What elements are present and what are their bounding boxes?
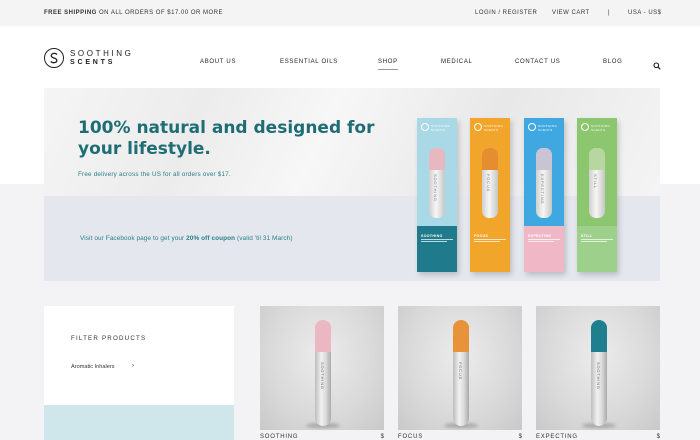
hero-subtitle: Free delivery across the US for all orde… [78, 171, 231, 178]
site-header: SOOTHING SCENTS ABOUT US ESSENTIAL OILS … [0, 26, 700, 88]
box-brand: SOOTHING SCENTS [484, 124, 504, 132]
inhaler-tube: FOCUS [453, 320, 469, 426]
product-box-soothing: SOOTHING SCENTS SOOTHING SOOTHING [417, 118, 457, 272]
shipping-promo: FREE SHIPPING ON ALL ORDERS OF $17.00 OR… [44, 10, 223, 16]
box-description [528, 239, 560, 244]
inhaler-tube: EXPECTING [536, 148, 552, 218]
box-bottom [524, 226, 564, 272]
box-bottom [577, 226, 617, 272]
box-description [474, 239, 506, 244]
nav-shop[interactable]: SHOP [378, 59, 398, 70]
locale-selector[interactable]: USA - US$ [628, 10, 662, 16]
box-brand: SOOTHING SCENTS [591, 124, 611, 132]
nav-blog[interactable]: BLOG [603, 59, 622, 65]
product-price: $ [656, 434, 660, 440]
inhaler-cap [453, 320, 469, 352]
inhaler-tube: FOCUS [482, 148, 498, 218]
inhaler-cap [315, 320, 331, 352]
inhaler-cap [589, 148, 605, 170]
tube-label: SOOTHING [433, 174, 438, 202]
product-title[interactable]: FOCUS [398, 434, 423, 440]
inhaler-cap [429, 148, 445, 170]
brand-logo-icon [474, 123, 482, 131]
box-brand: SOOTHING SCENTS [538, 124, 558, 132]
inhaler-tube: SOOTHING [591, 320, 607, 426]
brand-logo-icon [581, 123, 589, 131]
inhaler-tube: SOOTHING [315, 320, 331, 426]
filter-title: FILTER PRODUCTS [71, 335, 147, 342]
hero-headline: 100% natural and designed for your lifes… [78, 118, 375, 159]
tube-label: FOCUS [458, 362, 463, 380]
nav-medical[interactable]: MEDICAL [441, 59, 473, 65]
brand-wordmark: SOOTHING SCENTS [70, 49, 134, 66]
tube-label: EXPECTING [540, 174, 545, 205]
inhaler-cap [591, 320, 607, 352]
filter-panel-accent-block [44, 405, 234, 440]
product-box-focus: SOOTHING SCENTS FOCUS FOCUS [470, 118, 510, 272]
hero-banner: 100% natural and designed for your lifes… [44, 88, 660, 281]
inhaler-cap [482, 148, 498, 170]
tube-label: SOOTHING [596, 362, 601, 390]
box-name: STILL [581, 234, 593, 238]
top-announcement-bar: FREE SHIPPING ON ALL ORDERS OF $17.00 OR… [0, 0, 700, 26]
tube-label: FOCUS [486, 174, 491, 192]
box-bottom [470, 226, 510, 272]
box-bottom [417, 226, 457, 272]
search-icon[interactable] [653, 57, 661, 75]
product-title[interactable]: EXPECTING [536, 434, 578, 440]
login-register-link[interactable]: LOGIN / REGISTER [475, 10, 537, 16]
inhaler-tube: SOOTHING [429, 148, 445, 218]
brand-logo-icon [44, 48, 64, 68]
tube-label: STILL [593, 174, 598, 189]
box-description [581, 239, 613, 244]
brand-logo-icon [528, 123, 536, 131]
inhaler-tube: STILL [589, 148, 605, 218]
inhaler-cap [536, 148, 552, 170]
view-cart-link[interactable]: VIEW CART [552, 10, 590, 16]
topbar-divider: | [608, 10, 611, 16]
product-box-expecting: SOOTHING SCENTS EXPECTING EXPECTING [524, 118, 564, 272]
product-card-expecting[interactable]: SOOTHING EXPECTING $ [536, 306, 660, 440]
brand-logo-icon [421, 123, 429, 131]
product-price: $ [380, 434, 384, 440]
filter-option-aromatic-inhalers[interactable]: Aromatic Inhalers [71, 364, 115, 370]
box-brand: SOOTHING SCENTS [431, 124, 451, 132]
product-title[interactable]: SOOTHING [260, 434, 298, 440]
box-name: EXPECTING [528, 234, 552, 238]
brand-logo[interactable]: SOOTHING SCENTS [44, 48, 133, 68]
product-card-soothing[interactable]: SOOTHING SOOTHING $ [260, 306, 384, 440]
nav-contact-us[interactable]: CONTACT US [515, 59, 560, 65]
nav-essential-oils[interactable]: ESSENTIAL OILS [280, 59, 338, 65]
nav-about-us[interactable]: ABOUT US [200, 59, 236, 65]
facebook-coupon-link[interactable]: Visit our Facebook page to get your 20% … [80, 235, 293, 242]
box-name: FOCUS [474, 234, 489, 238]
product-box-still: SOOTHING SCENTS STILL STILL [577, 118, 617, 272]
box-name: SOOTHING [421, 234, 443, 238]
box-description [421, 239, 453, 244]
product-card-focus[interactable]: FOCUS FOCUS $ [398, 306, 522, 440]
tube-label: SOOTHING [320, 362, 325, 390]
chevron-right-icon[interactable]: › [132, 363, 134, 369]
product-price: $ [518, 434, 522, 440]
